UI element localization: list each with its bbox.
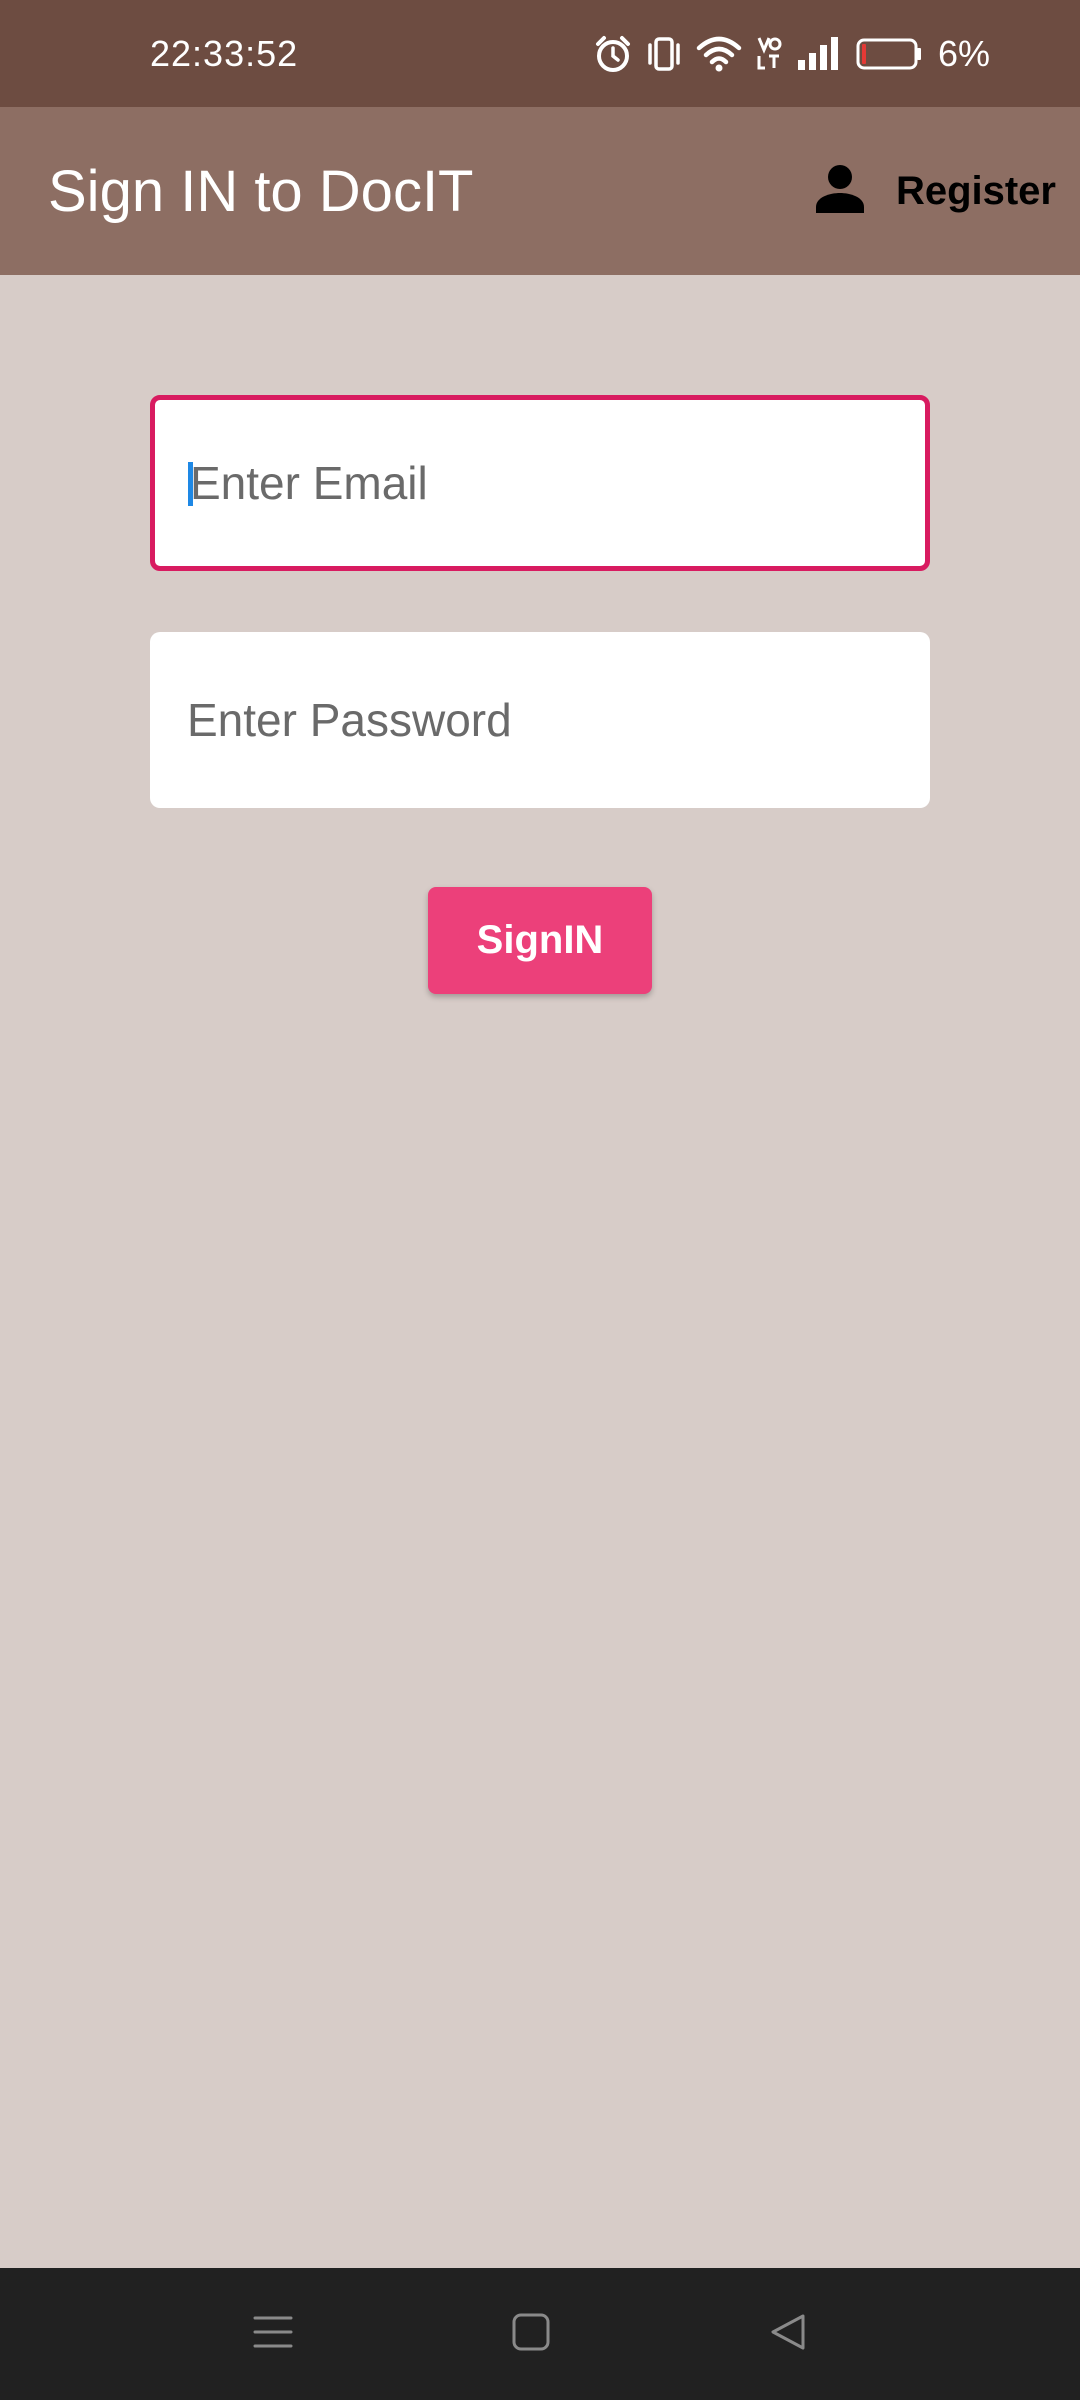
password-input[interactable]	[150, 632, 930, 808]
back-icon	[769, 2312, 809, 2357]
battery-icon	[856, 36, 922, 72]
menu-button[interactable]	[233, 2298, 313, 2370]
person-icon	[814, 163, 866, 220]
navigation-bar	[0, 2268, 1080, 2400]
vibrate-icon	[646, 35, 682, 73]
signal-icon	[796, 34, 842, 74]
app-bar: Sign IN to DocIT Register	[0, 107, 1080, 275]
battery-percent: 6%	[937, 33, 990, 74]
wifi-icon	[696, 34, 742, 74]
menu-icon	[253, 2314, 293, 2355]
home-icon	[511, 2312, 551, 2357]
status-bar: 22:33:52 6%	[0, 0, 1080, 107]
page-title: Sign IN to DocIT	[48, 159, 474, 224]
back-button[interactable]	[749, 2298, 829, 2370]
alarm-icon	[594, 34, 632, 74]
status-icons: 6%	[594, 30, 990, 78]
email-field[interactable]	[150, 395, 930, 571]
signin-button[interactable]: SignIN	[428, 887, 652, 994]
status-time: 22:33:52	[150, 33, 299, 74]
password-field[interactable]	[150, 632, 930, 808]
register-button[interactable]: Register	[814, 151, 1056, 231]
home-button[interactable]	[491, 2298, 571, 2370]
register-label: Register	[895, 168, 1056, 213]
email-input[interactable]	[155, 400, 925, 566]
volte-icon	[756, 34, 782, 74]
